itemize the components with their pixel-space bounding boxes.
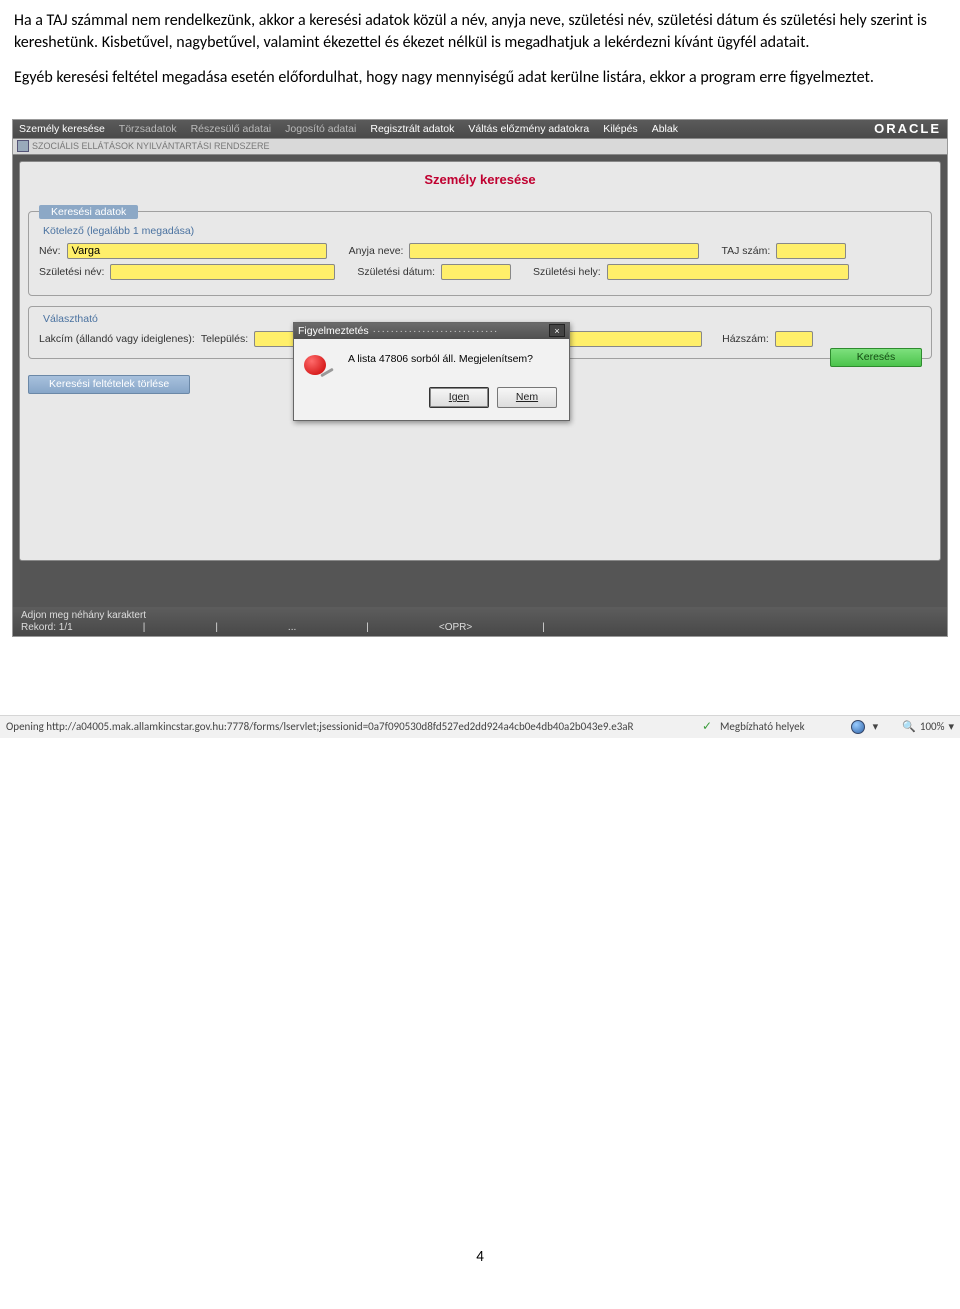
input-anyja-neve[interactable] (409, 243, 699, 259)
label-szuletesi-datum: Születési dátum: (357, 266, 435, 278)
paragraph-1: Ha a TAJ számmal nem rendelkezünk, akkor… (14, 10, 946, 53)
ie-trusted: Megbízható helyek (720, 720, 805, 733)
ie-zoom[interactable]: 🔍 100% ▾ (902, 720, 954, 733)
dialog-no-button[interactable]: Nem (497, 387, 557, 408)
menu-item-ablak[interactable]: Ablak (652, 123, 678, 135)
input-nev[interactable]: Varga (67, 243, 327, 259)
status-line-1: Adjon meg néhány karaktert (21, 610, 939, 621)
world-icon (851, 720, 865, 734)
sub-legend-kotelezo: Kötelező (legalább 1 megadása) (43, 225, 921, 237)
menubar: Személy keresése Törzsadatok Részesülő a… (13, 120, 947, 138)
ie-url: Opening http://a04005.mak.allamkincstar.… (6, 720, 634, 733)
label-lakcim: Lakcím (állandó vagy ideiglenes): (39, 333, 195, 345)
label-anyja-neve: Anyja neve: (349, 245, 404, 257)
toolbar: SZOCIÁLIS ELLÁTÁSOK NYILVÁNTARTÁSI RENDS… (13, 138, 947, 155)
group-keresesi-adatok: Keresési adatok Kötelező (legalább 1 meg… (28, 205, 932, 296)
zoom-icon: 🔍 (902, 720, 916, 733)
paragraph-2: Egyéb keresési feltétel megadása esetén … (14, 67, 946, 89)
label-szuletesi-nev: Születési név: (39, 266, 104, 278)
page-number: 4 (0, 1248, 960, 1276)
menu-item-torzsadatok[interactable]: Törzsadatok (119, 123, 177, 135)
window-icon (17, 140, 29, 152)
label-nev: Név: (39, 245, 61, 257)
input-taj[interactable] (776, 243, 846, 259)
input-szuletesi-hely[interactable] (607, 264, 849, 280)
statusbar: Adjon meg néhány karaktert Rekord: 1/1 |… (13, 607, 947, 636)
form-title: Személy keresése (28, 168, 932, 205)
menu-item-valtas[interactable]: Váltás előzmény adatokra (468, 123, 589, 135)
label-szuletesi-hely: Születési hely: (533, 266, 601, 278)
bell-icon (304, 353, 334, 379)
dialog-close-button[interactable]: × (549, 324, 565, 337)
brand-oracle: ORACLE (874, 121, 941, 136)
input-hazszam[interactable] (775, 331, 813, 347)
menu-item-regisztralt[interactable]: Regisztrált adatok (370, 123, 454, 135)
label-telepules: Település: (201, 333, 248, 345)
menu-item-reszesulo[interactable]: Részesülő adatai (191, 123, 272, 135)
status-mode: <OPR> (439, 622, 472, 633)
status-record: Rekord: 1/1 (21, 622, 73, 633)
label-taj: TAJ szám: (721, 245, 770, 257)
dialog-warning: Figyelmeztetés ·························… (293, 322, 570, 421)
dialog-title: Figyelmeztetés (298, 325, 369, 337)
status-dots: ... (288, 622, 296, 633)
dialog-yes-button[interactable]: Igen (429, 387, 489, 408)
menu-item-kilepes[interactable]: Kilépés (603, 123, 637, 135)
button-search[interactable]: Keresés (830, 348, 922, 367)
input-szuletesi-datum[interactable] (441, 264, 511, 280)
menu-item-jogosito[interactable]: Jogosító adatai (285, 123, 356, 135)
dialog-titlebar-fill: ···························· (369, 325, 549, 337)
browser-statusbar: Opening http://a04005.mak.allamkincstar.… (0, 715, 960, 738)
dialog-message: A lista 47806 sorból áll. Megjelenítsem? (348, 353, 533, 365)
label-hazszam: Házszám: (722, 333, 769, 345)
button-clear[interactable]: Keresési feltételek törlése (28, 375, 190, 394)
menu-item-szemely[interactable]: Személy keresése (19, 123, 105, 135)
input-telepules-2[interactable] (562, 331, 702, 347)
toolbar-title: SZOCIÁLIS ELLÁTÁSOK NYILVÁNTARTÁSI RENDS… (32, 141, 270, 151)
check-icon: ✓ (702, 719, 712, 734)
input-szuletesi-nev[interactable] (110, 264, 335, 280)
legend-keresesi: Keresési adatok (39, 205, 138, 219)
app-screenshot: Személy keresése Törzsadatok Részesülő a… (12, 119, 948, 637)
